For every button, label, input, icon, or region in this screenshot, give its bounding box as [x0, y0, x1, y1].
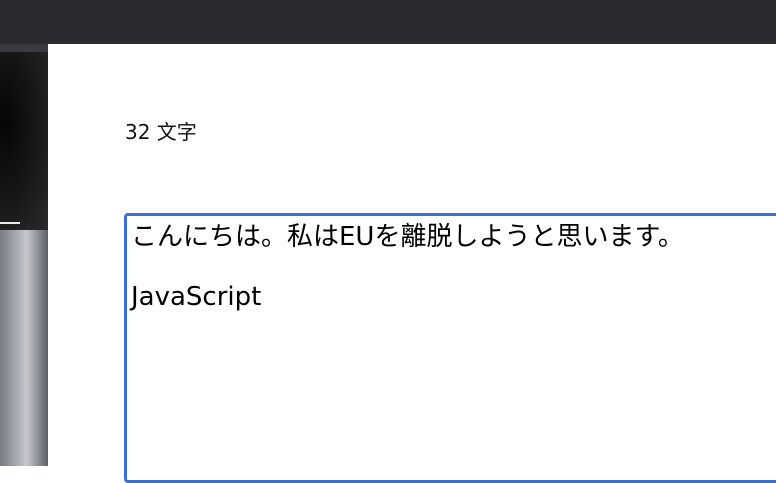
dark-thumbnail-image[interactable] — [0, 52, 48, 230]
blurred-thumbnail-image[interactable] — [0, 230, 48, 466]
character-count-label: 32 文字 — [125, 120, 197, 144]
panel-top-strip — [0, 44, 48, 52]
thumbnail-divider — [0, 222, 20, 224]
editor-line-1[interactable]: こんにちは。私はEUを離脱しようと思います。 — [131, 222, 776, 252]
window-top-bar — [0, 0, 776, 44]
left-thumbnail-panel — [0, 44, 48, 466]
editor-line-3[interactable]: JavaScript — [131, 282, 776, 312]
main-content: 32 文字 こんにちは。私はEUを離脱しようと思います。 JavaScript — [48, 44, 776, 483]
editor-line-2[interactable] — [131, 252, 776, 282]
text-editor-area[interactable]: こんにちは。私はEUを離脱しようと思います。 JavaScript — [124, 213, 776, 483]
